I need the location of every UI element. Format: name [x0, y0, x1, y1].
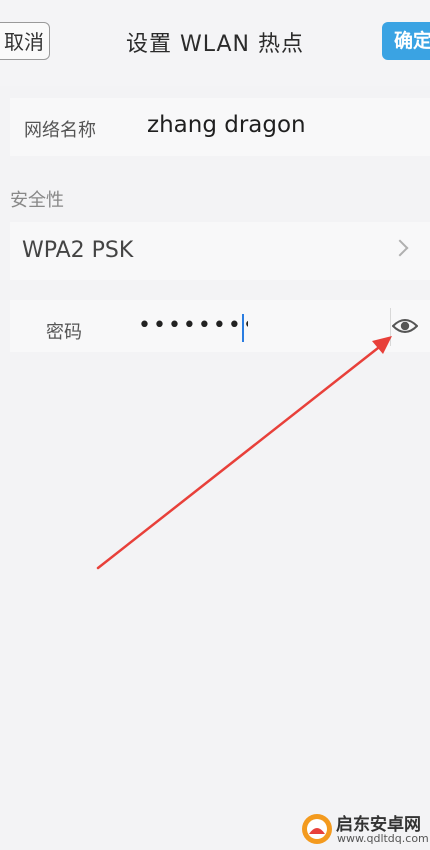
security-selector[interactable]: WPA2 PSK	[10, 222, 430, 280]
password-row[interactable]: 密码	[10, 300, 430, 352]
network-name-input[interactable]: zhang dragon	[147, 112, 306, 138]
network-name-row[interactable]: 网络名称 zhang dragon	[10, 98, 430, 156]
security-value: WPA2 PSK	[22, 238, 134, 263]
app-header: 取消 设置 WLAN 热点 确定	[0, 0, 430, 86]
password-input[interactable]	[138, 310, 248, 340]
watermark-logo-icon	[302, 814, 332, 844]
page-title: 设置 WLAN 热点	[125, 32, 304, 57]
confirm-button[interactable]: 确定	[382, 22, 430, 60]
divider	[390, 308, 391, 346]
network-name-label: 网络名称	[24, 120, 96, 141]
text-cursor	[242, 314, 244, 342]
watermark-url: www.qdltdq.com	[337, 832, 429, 845]
password-label: 密码	[46, 322, 82, 343]
chevron-right-icon	[391, 239, 409, 257]
eye-icon[interactable]	[392, 316, 418, 336]
watermark: 启东安卓网 www.qdltdq.com	[300, 808, 430, 850]
security-section-label: 安全性	[10, 190, 64, 211]
